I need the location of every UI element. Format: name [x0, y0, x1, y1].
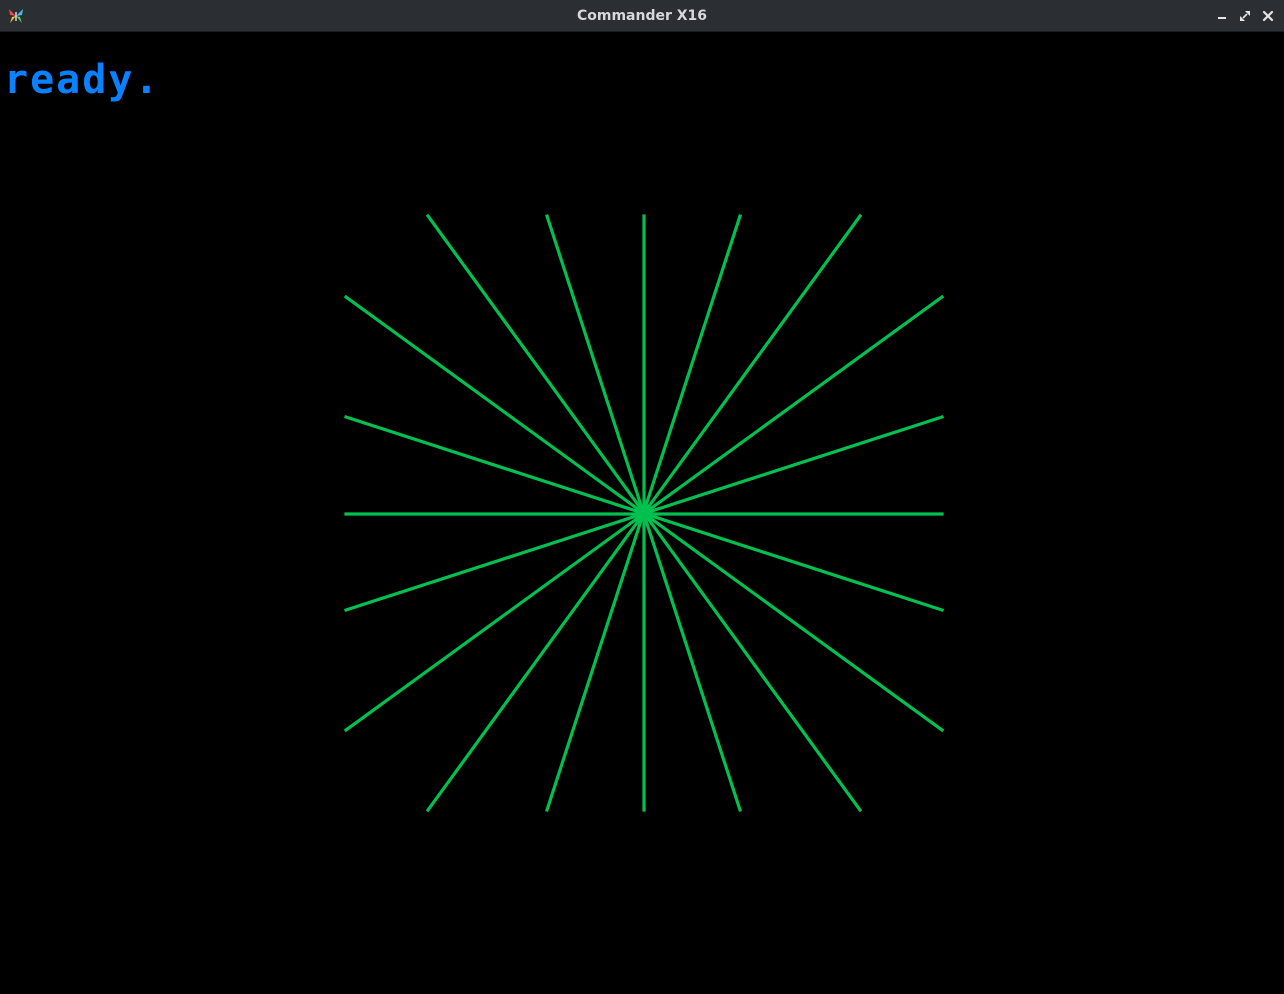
window-title: Commander X16	[576, 8, 708, 24]
emulator-window: Commander X16 ready.	[0, 0, 1284, 994]
starburst-center	[637, 507, 651, 521]
minimize-icon[interactable]	[1214, 8, 1230, 24]
starburst-drawing	[343, 213, 945, 813]
title-bar[interactable]: Commander X16	[0, 0, 1284, 32]
butterfly-icon	[9, 9, 23, 23]
close-icon[interactable]	[1260, 8, 1276, 24]
emulator-screen[interactable]: ready.	[0, 32, 1284, 994]
maximize-icon[interactable]	[1237, 8, 1253, 24]
